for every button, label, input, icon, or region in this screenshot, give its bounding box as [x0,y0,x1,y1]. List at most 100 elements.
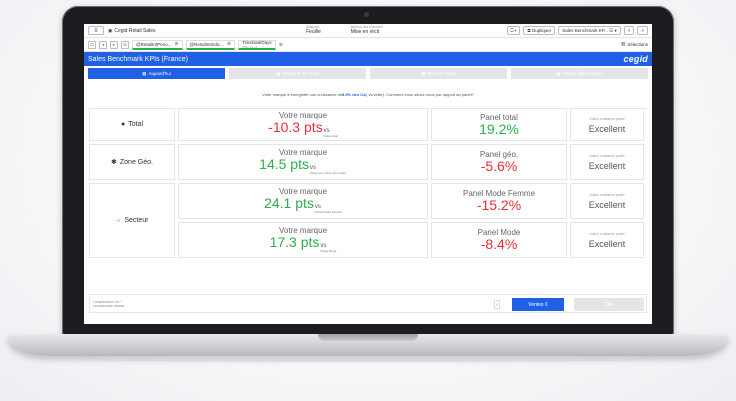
next-sheet-button[interactable]: > [637,26,648,35]
row-label: ⁘ Secteur [89,183,175,258]
selection-chip-label: @RetailIntPerio... [136,41,172,47]
mode-analyser-value: Feuille [306,29,321,35]
clear-selections-icon[interactable]: ⊘ [121,40,129,49]
calendar-icon: ▦ [276,70,281,76]
confidence-card: Indice confiance panel Excellent [570,183,644,219]
vs-sub: Panel Mode [320,249,337,253]
confidence-title: Indice confiance panel [589,232,625,236]
prev-sheet-button[interactable]: < [623,26,635,35]
row-label: ✱ Zone Géo. [89,144,175,180]
duplicate-button[interactable]: ⧉ Dupliquer [523,26,556,35]
close-icon[interactable]: ⊗ [279,42,283,48]
selection-chip[interactable]: @RetailIntIndic... ⊗ [185,39,236,50]
selection-chip-label: @RetailIntIndic... [189,41,224,47]
step-forward-icon[interactable]: ▸ [110,40,118,49]
tab-label: Mois en cours [427,71,456,76]
selections-icon: ▥ [620,41,626,46]
brand-card: Votre marque 14.5 pts vs Panel sur même Zo… [178,144,428,180]
brand-card: Votre marque 24.1 pts vs Panel Mode Femme [178,183,428,219]
secteur-stack: Votre marque 24.1 pts vs Panel Mode Femme … [178,183,644,258]
close-icon[interactable]: ⊗ [174,41,178,47]
app-toolbar: ≡ ◉ Cegid Retail Sales Analyser Feuille … [84,24,652,38]
row-label-text: Secteur [124,217,149,224]
ventes-button[interactable]: Ventes € [512,298,564,311]
calendar-icon: ▦ [421,70,426,76]
panel-value: -5.6% [480,158,518,174]
tab-label: Depuis début année [562,71,603,76]
brand-value: 14.5 pts vs Panel sur même Zone Géo. [259,157,347,176]
tab-ytd[interactable]: ▦ Depuis début année [511,68,648,79]
brand-card: Votre marque 17.3 pts vs Panel Mode [178,222,428,258]
duplicate-label: Dupliquer [531,28,552,33]
bookmark-button[interactable]: ⎕ ▾ [506,26,521,35]
tab-week[interactable]: ▦ Semaine en cours [229,68,366,79]
panel-value: -15.2% [476,197,522,213]
map-icon: ✱ [111,159,117,166]
camera-icon [364,12,369,17]
panel-value: -8.4% [480,236,518,252]
sheet-header: Sales Benchmark KPIs (France) cegid [84,52,652,66]
period-tabs: ▦ Aujourd'hui ▦ Semaine en cours ▦ Mois … [84,66,652,79]
laptop-notch [318,334,418,341]
row-label-text: Zone Géo. [119,158,153,166]
tab-label: Semaine en cours [282,71,319,76]
confidence-card: Indice confiance panel Excellent [570,222,644,258]
footer-note-line: commerciale depuis [93,303,125,308]
quantity-button[interactable]: Qté [574,298,644,311]
row-label: ● Total [89,108,175,141]
message-suffix: ( vs veille). Comment vous situez-vous p… [366,92,474,97]
vs-note: vs Panel sur même Zone Géo. [309,165,347,176]
app-title[interactable]: ◉ Cegid Retail Sales [108,28,156,34]
tab-today[interactable]: ▦ Aujourd'hui [88,68,225,79]
confidence-title: Indice confiance panel [589,154,625,158]
panel-card: Panel total 19.2% [431,108,567,141]
brand-value-text: 14.5 pts [259,156,309,172]
mode-story[interactable]: Aperçu des données Mise en récit [351,25,383,35]
step-back-icon[interactable]: ◂ [99,40,107,49]
kpi-row-total: ● Total Votre marque -10.3 pts vs Panel to… [89,108,647,141]
brand-value: 17.3 pts vs Panel Mode [270,235,337,254]
confidence-card: Indice confiance panel Excellent [570,144,644,180]
panel-card: Panel Mode Femme -15.2% [431,183,567,219]
brand-card: Votre marque -10.3 pts vs Panel total [178,108,428,141]
vs-sub: Panel sur même Zone Géo. [309,171,347,175]
panel-card: Panel géo. -5.6% [431,144,567,180]
selection-chip[interactable]: TimeDateDays 2022-10-11 [238,39,276,50]
kpi-subrow-femme: Votre marque 24.1 pts vs Panel Mode Femme … [178,183,644,219]
sheet-list-icon: ☰ ▾ [607,27,617,33]
footer-note-line: Comparaison du / [93,299,121,304]
kpi-subrow-mode: Votre marque 17.3 pts vs Panel Mode Panel … [178,222,644,258]
confidence-card: Indice confiance panel Excellent [570,108,644,141]
panel-card: Panel Mode -8.4% [431,222,567,258]
laptop-shadow [60,356,676,362]
brand-value-text: 17.3 pts [269,234,320,250]
bookmark-icon: ⎕ ▾ [510,28,517,33]
selections-panel-toggle[interactable]: ▥ Sélections [621,41,648,47]
globe-icon: ● [120,121,126,128]
selection-bar: ⊡ ◂ ▸ ⊘ @RetailIntPerio... ⊗ @RetailIntI… [84,38,652,52]
kpi-grid: ● Total Votre marque -10.3 pts vs Panel to… [89,108,647,261]
vs-note: vs Panel Mode [320,243,337,254]
mode-analyser[interactable]: Analyser Feuille [306,25,321,35]
sheet-selector[interactable]: Sales Benchmark KP... ☰ ▾ [558,26,621,35]
selection-chip[interactable]: @RetailIntPerio... ⊗ [132,39,183,50]
brand-value: -10.3 pts vs Panel total [268,119,338,139]
smart-search-icon[interactable]: ⊡ [88,40,96,49]
measure-stepper[interactable]: ⇕ [494,300,500,309]
chevron-right-icon: > [641,28,644,33]
confidence-value: Excellent [588,239,626,249]
brand-value-text: 24.1 pts [264,195,314,211]
hamburger-icon[interactable]: ≡ [88,26,104,35]
app-logo-icon: ◉ [108,27,113,34]
product-photo: ≡ ◉ Cegid Retail Sales Analyser Feuille … [0,0,736,401]
selection-chip-sub: 2022-10-11 [242,44,258,49]
laptop-screen: ≡ ◉ Cegid Retail Sales Analyser Feuille … [84,24,652,324]
selections-label: Sélections [627,41,648,47]
vs-sub: Panel Mode Femme [314,210,342,214]
tab-month[interactable]: ▦ Mois en cours [370,68,507,79]
app-name: Cegid Retail Sales [114,27,156,34]
close-icon[interactable]: ⊗ [227,41,231,47]
kpi-row-secteur: ⁘ Secteur Votre marque 24.1 pts vs Panel M… [89,183,647,258]
vs-note: vs Panel Mode Femme [314,204,342,215]
footer-note: Comparaison du / commerciale depuis [93,300,124,308]
